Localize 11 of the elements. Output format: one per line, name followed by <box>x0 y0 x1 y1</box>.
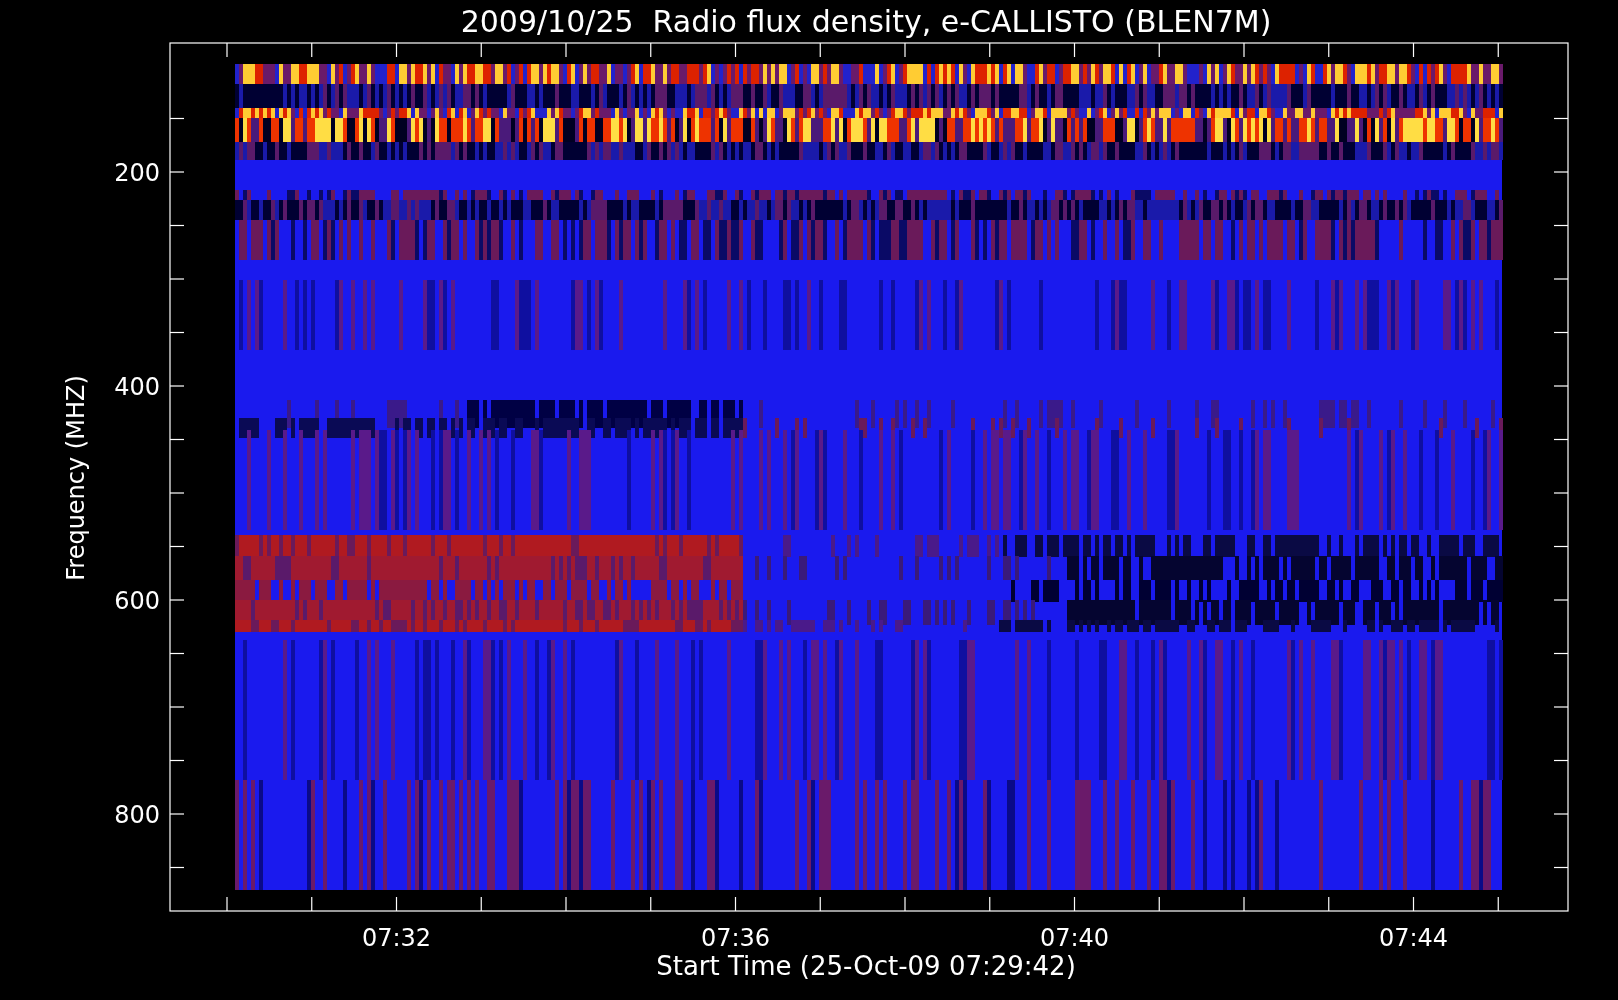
x-tick-label: 07:44 <box>1378 924 1449 952</box>
x-tick-label: 07:32 <box>361 924 432 952</box>
x-tick-label: 07:40 <box>1039 924 1110 952</box>
y-tick-label: 200 <box>114 159 160 187</box>
y-axis-title: Frequency (MHZ) <box>62 375 90 581</box>
x-axis-title: Start Time (25-Oct-09 07:29:42) <box>656 951 1076 981</box>
y-tick-label: 400 <box>114 373 160 401</box>
chart-title: 2009/10/25 Radio flux density, e-CALLISTO (BLEN7M) <box>460 4 1272 39</box>
y-tick-label: 600 <box>114 587 160 615</box>
y-tick-label: 800 <box>114 801 160 829</box>
x-tick-label: 07:36 <box>700 924 771 952</box>
